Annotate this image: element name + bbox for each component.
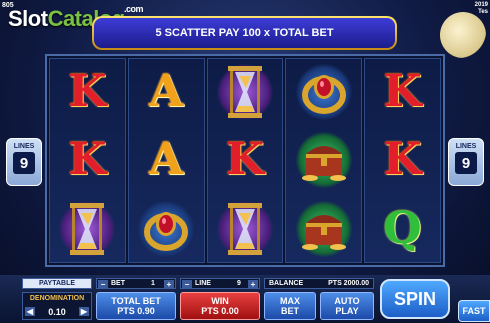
lines-label-left: LINES — [13, 143, 35, 150]
lines-value-left: 9 — [13, 152, 35, 174]
bet-plus-button[interactable]: + — [164, 280, 174, 289]
balance-value: PTS 2000.00 — [328, 280, 369, 287]
k-letter-icon: K — [383, 66, 422, 118]
top-right-line-2: Tes — [478, 9, 488, 15]
reel-1: K K — [49, 58, 126, 263]
reel-1-cell-2: K — [50, 127, 125, 193]
bet-minus-button[interactable]: − — [98, 280, 108, 289]
lines-indicator-left: LINES 9 — [6, 138, 42, 186]
reel-5-cell-1: K — [365, 59, 440, 125]
ruby-ring-icon — [301, 75, 346, 115]
treasure-chest-icon — [301, 214, 346, 250]
reel-1-cell-1: K — [50, 59, 125, 125]
reel-4-cell-2 — [286, 127, 361, 193]
denomination-up-button[interactable]: ▶ — [79, 307, 89, 316]
q-letter-icon: Q — [383, 202, 422, 254]
max-bet-button[interactable]: MAX BET — [264, 292, 316, 320]
denomination-selector: DENOMINATION ◀ 0.10 ▶ — [22, 292, 92, 320]
bet-label: BET — [111, 280, 125, 287]
bet-value: 1 — [151, 280, 155, 287]
reel-3-cell-2: K — [208, 127, 283, 193]
moon-decoration — [440, 12, 486, 58]
fast-button[interactable]: FAST — [458, 300, 490, 322]
reel-4-cell-3 — [286, 196, 361, 262]
balance-display: BALANCE PTS 2000.00 — [264, 278, 374, 289]
max-bet-label-line-2: BET — [281, 306, 299, 316]
reel-3: K — [206, 58, 284, 263]
win-label: WIN — [211, 296, 229, 306]
reel-grid: K K A A K K K Q — [45, 54, 445, 267]
k-letter-icon: K — [225, 134, 265, 186]
line-selector: − LINE 9 + — [180, 278, 260, 289]
logo-part-1: Slot — [8, 6, 48, 31]
reel-5-cell-3: Q — [365, 196, 440, 262]
max-bet-label-line-1: MAX — [280, 296, 300, 306]
reel-2-cell-2: A — [129, 127, 204, 193]
top-right-info: 2019 Tes — [475, 2, 488, 16]
total-bet-label: TOTAL BET — [111, 296, 161, 306]
lines-value-right: 9 — [455, 152, 477, 174]
reel-2-cell-3 — [129, 196, 204, 262]
line-value: 9 — [237, 280, 241, 287]
denomination-label: DENOMINATION — [29, 295, 85, 302]
banner-text: 5 SCATTER PAY 100 x TOTAL BET — [94, 18, 395, 48]
lines-indicator-right: LINES 9 — [448, 138, 484, 186]
auto-play-label-line-2: PLAY — [335, 306, 359, 316]
logo-suffix: .com — [124, 4, 144, 14]
reel-4 — [285, 58, 363, 263]
reel-3-cell-1 — [208, 59, 283, 125]
reel-3-cell-3 — [208, 196, 283, 262]
message-banner: 5 SCATTER PAY 100 x TOTAL BET — [92, 16, 397, 50]
line-minus-button[interactable]: − — [182, 280, 192, 289]
k-letter-icon: K — [68, 66, 107, 118]
line-label: LINE — [195, 280, 211, 287]
bet-selector: − BET 1 + — [96, 278, 176, 289]
reel-2: A A — [127, 58, 205, 263]
top-right-line-1: 2019 — [474, 2, 488, 8]
hourglass-icon — [70, 202, 105, 255]
a-letter-icon: A — [149, 134, 184, 186]
total-bet-value: PTS 0.90 — [117, 306, 155, 316]
k-letter-icon: K — [68, 134, 107, 186]
reel-1-cell-3 — [50, 196, 125, 262]
treasure-chest-icon — [301, 146, 346, 182]
spin-button[interactable]: SPIN — [380, 279, 450, 319]
auto-play-button[interactable]: AUTO PLAY — [320, 292, 374, 320]
reel-4-cell-1 — [286, 59, 361, 125]
hourglass-icon — [227, 66, 262, 119]
a-letter-icon: A — [149, 66, 184, 118]
win-value: PTS 0.00 — [201, 306, 239, 316]
total-bet-display: TOTAL BET PTS 0.90 — [96, 292, 176, 320]
reel-2-cell-1: A — [129, 59, 204, 125]
win-display: WIN PTS 0.00 — [180, 292, 260, 320]
balance-label: BALANCE — [269, 280, 304, 287]
k-letter-icon: K — [383, 134, 422, 186]
hourglass-icon — [227, 202, 262, 255]
ruby-ring-icon — [144, 211, 189, 251]
reel-5-cell-2: K — [365, 127, 440, 193]
lines-label-right: LINES — [455, 143, 477, 150]
line-plus-button[interactable]: + — [248, 280, 258, 289]
auto-play-label-line-1: AUTO — [334, 296, 360, 306]
paytable-button[interactable]: PAYTABLE — [22, 278, 92, 289]
reel-5: K K Q — [364, 58, 441, 263]
